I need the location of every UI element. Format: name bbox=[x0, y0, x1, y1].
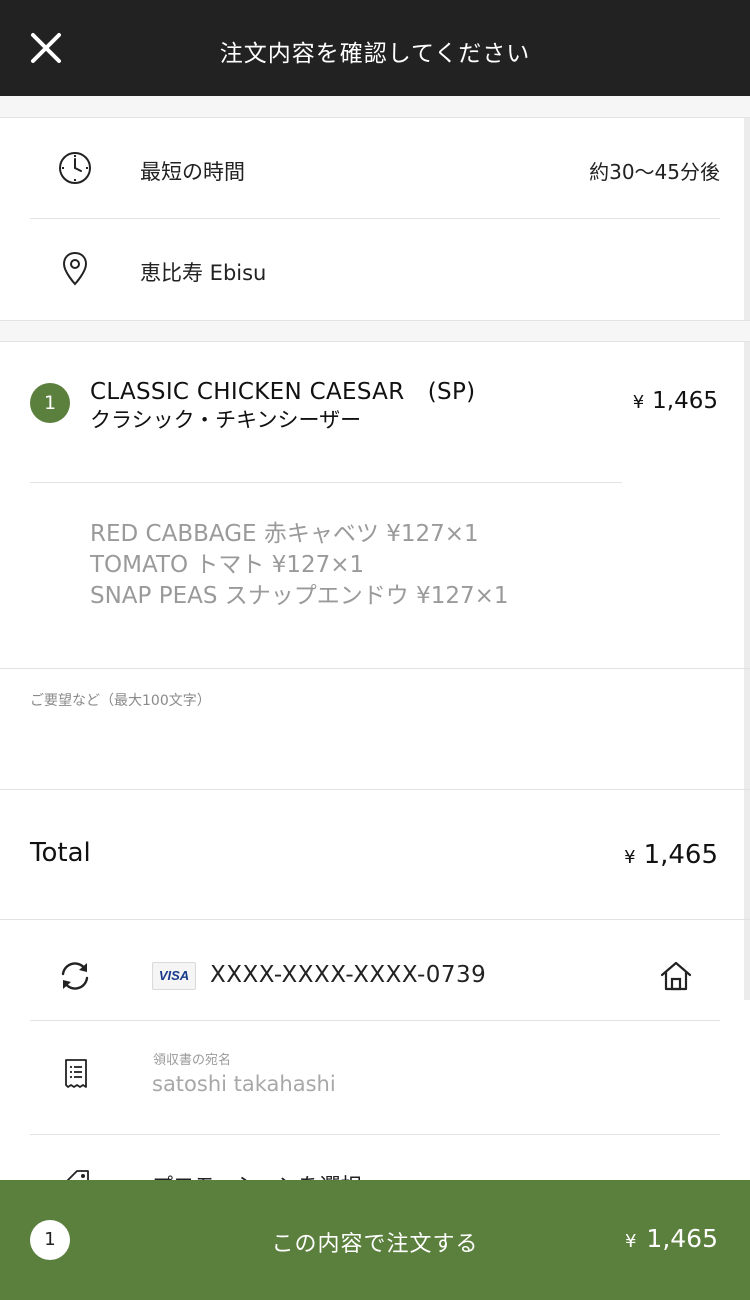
divider bbox=[0, 789, 750, 790]
place-order-button[interactable]: 1 この内容で注文する ¥1,465 bbox=[0, 1180, 750, 1300]
refresh-icon bbox=[61, 962, 89, 990]
section-gap bbox=[0, 96, 750, 118]
total-amount: ¥1,465 bbox=[624, 840, 718, 870]
footer-total-value: 1,465 bbox=[646, 1224, 718, 1253]
divider bbox=[30, 1020, 720, 1021]
scrollbar[interactable] bbox=[744, 100, 750, 1000]
divider bbox=[30, 1134, 720, 1135]
divider bbox=[0, 668, 750, 669]
location-pin-icon bbox=[62, 251, 88, 286]
divider bbox=[30, 482, 622, 483]
currency-symbol: ¥ bbox=[624, 1231, 637, 1252]
currency-symbol: ¥ bbox=[632, 392, 645, 413]
delivery-time-value: 約30〜45分後 bbox=[589, 160, 720, 184]
receipt-icon bbox=[65, 1059, 87, 1088]
notes-input[interactable]: ご要望など（最大100文字） bbox=[30, 690, 211, 710]
section-gap bbox=[0, 320, 750, 342]
receipt-name-input[interactable]: satoshi takahashi bbox=[152, 1072, 336, 1096]
home-icon[interactable] bbox=[659, 959, 693, 993]
item-quantity-badge: 1 bbox=[30, 383, 70, 423]
currency-symbol: ¥ bbox=[624, 847, 636, 868]
item-option: SNAP PEAS スナップエンドウ ¥127×1 bbox=[90, 583, 509, 609]
item-option: RED CABBAGE 赤キャベツ ¥127×1 bbox=[90, 521, 479, 547]
visa-logo: VISA bbox=[152, 962, 196, 990]
card-number: XXXX-XXXX-XXXX-0739 bbox=[210, 962, 487, 988]
divider bbox=[30, 218, 720, 219]
total-amount-value: 1,465 bbox=[643, 840, 718, 870]
item-price: ¥1,465 bbox=[633, 388, 718, 414]
delivery-location: 恵比寿 Ebisu bbox=[140, 261, 267, 285]
divider bbox=[0, 919, 750, 920]
item-price-value: 1,465 bbox=[652, 388, 718, 414]
item-option: TOMATO トマト ¥127×1 bbox=[90, 552, 365, 578]
delivery-time-label: 最短の時間 bbox=[140, 160, 245, 184]
clock-icon bbox=[59, 152, 91, 184]
total-label: Total bbox=[30, 838, 91, 868]
item-name-ja: クラシック・チキンシーザー bbox=[90, 408, 362, 432]
footer-total: ¥1,465 bbox=[625, 1224, 718, 1253]
header-bar: 注文内容を確認してください bbox=[0, 0, 750, 96]
item-name-en: CLASSIC CHICKEN CAESAR (SP) bbox=[90, 379, 476, 405]
receipt-field-label: 領収書の宛名 bbox=[153, 1053, 232, 1068]
page-title: 注文内容を確認してください bbox=[219, 41, 531, 67]
